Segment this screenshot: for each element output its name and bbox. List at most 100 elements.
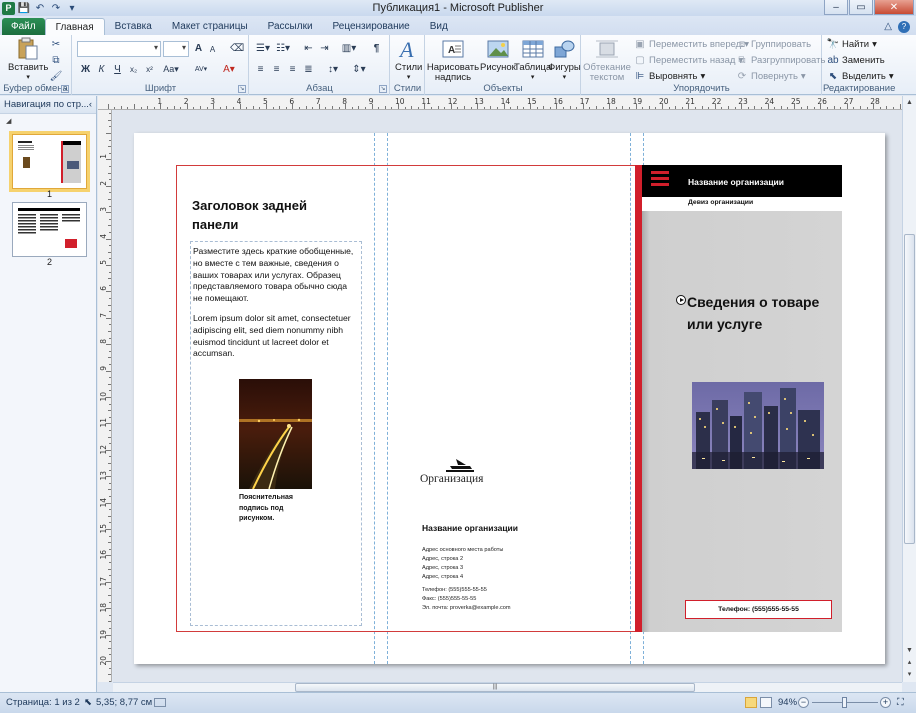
pilcrow-icon[interactable]: ¶	[370, 42, 383, 55]
publisher-app-icon[interactable]: P	[2, 1, 15, 15]
undo-icon[interactable]: ↶	[33, 2, 47, 15]
address-line[interactable]: Адрес основного места работы	[422, 546, 503, 555]
night-road-photo[interactable]	[239, 379, 312, 489]
horizontal-scroll-thumb[interactable]: |||	[295, 683, 695, 692]
organization-motto[interactable]: Девиз организации	[688, 199, 753, 206]
horizontal-scrollbar[interactable]: |||	[113, 682, 902, 692]
clipboard-launcher-icon[interactable]: ↘	[61, 85, 69, 93]
zoom-level[interactable]: 94%	[778, 697, 797, 708]
publication-page[interactable]: Заголовок задней панели Разместите здесь…	[134, 133, 885, 664]
font-name-combo[interactable]	[77, 41, 161, 57]
character-spacing-icon[interactable]: AV▾	[191, 63, 211, 76]
font-size-combo[interactable]	[163, 41, 189, 57]
minimize-button[interactable]: –	[824, 0, 848, 15]
align-right-icon[interactable]: ≡	[286, 63, 299, 76]
change-case-button[interactable]: Aa▾	[161, 63, 181, 76]
photo-caption[interactable]: Пояснительная подпись под рисунком.	[239, 493, 319, 525]
document-canvas[interactable]: Заголовок задней панели Разместите здесь…	[113, 110, 902, 682]
fit-page-icon[interactable]: ⛶	[897, 697, 904, 708]
organization-logo-icon[interactable]	[444, 459, 474, 473]
scroll-up-icon[interactable]: ▲	[903, 96, 916, 109]
ungroup-button[interactable]: ⧉ Разгруппировать	[736, 54, 825, 66]
cut-button[interactable]: ✂	[50, 38, 62, 50]
draw-textbox-button[interactable]: A Нарисовать надпись	[427, 37, 479, 83]
increase-indent-icon[interactable]: ⇥	[318, 42, 331, 55]
bring-forward-button[interactable]: ▣ Переместить вперед ▾	[634, 38, 749, 50]
italic-button[interactable]: К	[95, 63, 108, 76]
page-thumbnail-2[interactable]	[12, 202, 87, 257]
table-button[interactable]: Таблица ▾	[514, 37, 551, 83]
tab-insert[interactable]: Вставка	[105, 18, 162, 35]
numbering-icon[interactable]: ☷▾	[274, 42, 292, 55]
font-color-icon[interactable]: A▾	[219, 63, 239, 76]
redo-icon[interactable]: ↷	[49, 2, 63, 15]
find-button[interactable]: 🔭 Найти ▾	[827, 38, 877, 50]
align-center-icon[interactable]: ≡	[270, 63, 283, 76]
align-left-icon[interactable]: ≡	[254, 63, 267, 76]
replace-button[interactable]: ab Заменить	[827, 54, 884, 66]
next-page-icon[interactable]: ▾	[903, 668, 916, 681]
collapse-pane-icon[interactable]: ‹	[89, 96, 92, 114]
tab-file[interactable]: Файл	[2, 18, 45, 35]
tab-mailings[interactable]: Рассылки	[258, 18, 323, 35]
grow-font-button[interactable]: A	[192, 42, 205, 55]
styles-button[interactable]: A Стили ▾	[395, 37, 422, 83]
tab-review[interactable]: Рецензирование	[323, 18, 420, 35]
rotate-button[interactable]: ⟳ Повернуть ▾	[736, 70, 806, 82]
horizontal-ruler[interactable]: 1 2 3 4 5 6 7 8 9 10 11 12 13 14 15 16 17 18 19 20 21 22 23 24 2…	[98, 96, 902, 110]
tab-view[interactable]: Вид	[420, 18, 458, 35]
paste-button[interactable]: Вставить ▾	[8, 37, 48, 83]
vertical-scroll-thumb[interactable]	[904, 234, 915, 544]
contact-line[interactable]: Факс: (555)555-55-55	[422, 595, 476, 604]
expand-triangle-icon[interactable]: ◢	[0, 114, 96, 128]
group-button[interactable]: ⧈ Группировать	[736, 38, 811, 50]
decrease-indent-icon[interactable]: ⇤	[302, 42, 315, 55]
front-panel-title[interactable]: Сведения о товаре или услуге	[687, 291, 837, 335]
columns-icon[interactable]: ▥▾	[340, 42, 358, 55]
address-line[interactable]: Адрес, строка 3	[422, 564, 463, 573]
city-skyline-photo[interactable]	[692, 382, 824, 469]
tab-home[interactable]: Главная	[44, 18, 105, 35]
copy-button[interactable]: ⧉	[50, 54, 62, 66]
contact-line[interactable]: Телефон: (555)555-55-55	[422, 586, 487, 595]
paragraph-spacing-icon[interactable]: ⇕▾	[350, 63, 368, 76]
back-panel-title[interactable]: Заголовок задней панели	[192, 196, 352, 234]
clear-formatting-icon[interactable]: ⌫	[230, 42, 244, 55]
zoom-slider-knob[interactable]	[842, 697, 847, 708]
vertical-ruler[interactable]: 123456789101112131415161718192021	[98, 110, 112, 682]
address-line[interactable]: Адрес, строка 4	[422, 573, 463, 582]
picture-button[interactable]: Рисунок	[480, 37, 516, 73]
help-icon[interactable]: ?	[898, 20, 910, 33]
close-button[interactable]: ✕	[874, 0, 914, 15]
underline-button[interactable]: Ч	[111, 63, 124, 76]
shapes-button[interactable]: Фигуры ▾	[548, 37, 581, 83]
page-thumbnail-1[interactable]	[9, 131, 90, 192]
bullets-icon[interactable]: ☰▾	[254, 42, 272, 55]
address-line[interactable]: Адрес, строка 2	[422, 555, 463, 564]
vertical-scrollbar[interactable]: ▲ ▼ ▴ ▾	[902, 96, 916, 682]
subscript-button[interactable]: x₂	[127, 63, 140, 76]
organization-logo-text[interactable]: Организация	[420, 473, 483, 485]
justify-icon[interactable]: ≣	[302, 63, 315, 76]
front-org-name[interactable]: Название организации	[688, 177, 784, 187]
superscript-button[interactable]: x²	[143, 63, 156, 76]
zoom-in-button[interactable]: +	[880, 697, 891, 708]
wrap-text-button[interactable]: Обтекание текстом	[583, 37, 631, 83]
two-page-view-button[interactable]	[760, 697, 772, 708]
font-launcher-icon[interactable]: ↘	[238, 85, 246, 93]
front-phone-box[interactable]: Телефон: (555)555-55-55	[685, 600, 832, 619]
minimize-ribbon-icon[interactable]: △	[884, 21, 892, 32]
paste-dropdown-icon[interactable]: ▾	[26, 73, 30, 83]
bold-button[interactable]: Ж	[79, 63, 92, 76]
align-button[interactable]: ⊫ Выровнять ▾	[634, 70, 706, 82]
save-icon[interactable]: 💾	[17, 2, 31, 15]
contact-line[interactable]: Эл. почта: proverka@example.com	[422, 604, 511, 613]
customize-qat-icon[interactable]: ▾	[65, 2, 79, 15]
shrink-font-button[interactable]: A	[206, 43, 219, 56]
back-panel-paragraph-1[interactable]: Разместите здесь краткие обобщенные, но …	[193, 246, 356, 305]
format-painter-button[interactable]: 🖌	[50, 70, 63, 82]
select-button[interactable]: ⬉ Выделить ▾	[827, 70, 894, 82]
page-indicator[interactable]: Страница: 1 из 2	[6, 697, 80, 708]
maximize-button[interactable]: ▭	[849, 0, 873, 15]
single-page-view-button[interactable]	[745, 697, 757, 708]
